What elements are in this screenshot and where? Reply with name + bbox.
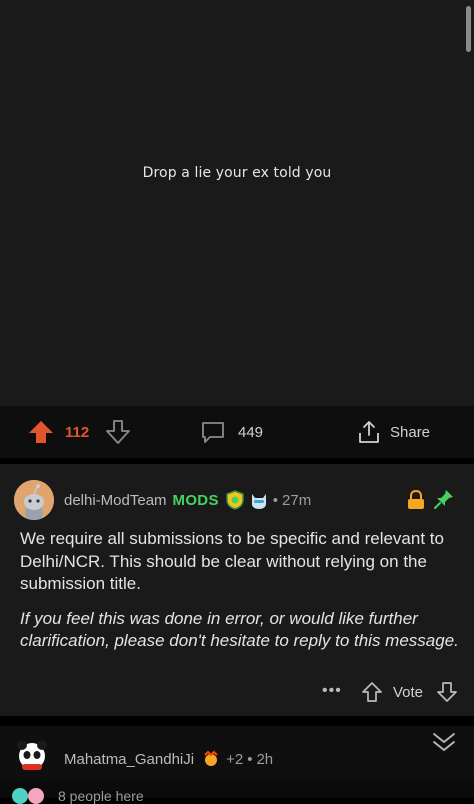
cat-award-icon — [249, 490, 269, 510]
downvote-arrow-icon — [106, 420, 130, 444]
upvote-arrow-icon — [29, 421, 53, 443]
post-caption: Drop a lie your ex told you — [142, 165, 332, 181]
upvote-arrow-icon — [362, 682, 382, 702]
separator-dot: • — [247, 750, 253, 768]
avatar[interactable] — [14, 480, 54, 520]
comment-time: 2h — [256, 750, 274, 768]
share-label: Share — [390, 423, 431, 441]
comment-paragraph-italic: If you feel this was done in error, or w… — [20, 608, 459, 651]
award-count: +2 — [226, 750, 244, 768]
downvote-arrow-icon — [437, 682, 457, 702]
comment-action-row: ••• Vote — [0, 680, 474, 708]
vote-label: Vote — [393, 684, 424, 701]
more-options-icon[interactable]: ••• — [322, 682, 342, 700]
share-button[interactable]: Share — [356, 406, 430, 458]
snoo-avatar-icon — [14, 480, 54, 520]
comment-downvote-button[interactable] — [436, 681, 458, 708]
downvote-button[interactable] — [105, 406, 131, 458]
comment-paragraph: We require all submissions to be specifi… — [20, 529, 444, 593]
comment-gap — [0, 716, 474, 726]
upvote-count: 112 — [65, 423, 90, 441]
comments-button[interactable]: 449 — [200, 406, 263, 458]
upvote-button[interactable] — [28, 406, 54, 458]
collapse-thread-icon[interactable] — [430, 730, 458, 759]
separator-dot: • — [272, 491, 279, 509]
comment-count: 449 — [238, 423, 264, 441]
comment-author[interactable]: delhi-ModTeam — [64, 492, 167, 509]
scroll-indicator[interactable] — [466, 6, 471, 52]
post-media[interactable]: Drop a lie your ex told you — [0, 0, 474, 406]
post-action-bar: 112 449 Share — [0, 406, 474, 458]
comment-time: 27m — [282, 491, 312, 509]
comment-author[interactable]: Mahatma_GandhiJi — [64, 751, 194, 768]
mods-badge: MODS — [172, 491, 219, 509]
presence-avatars-icon — [10, 784, 50, 804]
presence-bar: 8 people here — [0, 780, 474, 804]
comment-bubble-icon — [202, 422, 224, 443]
shield-award-icon — [225, 490, 245, 510]
share-icon — [359, 421, 379, 443]
award-icon — [202, 750, 220, 768]
pin-icon — [434, 489, 454, 514]
avatar[interactable] — [14, 736, 50, 777]
panda-avatar-icon — [17, 740, 47, 770]
mod-comment: delhi-ModTeam MODS • 27m We require all … — [0, 464, 474, 716]
comment-body: We require all submissions to be specifi… — [20, 528, 460, 665]
lock-icon — [407, 489, 425, 515]
presence-text: 8 people here — [58, 788, 144, 804]
comment-upvote-button[interactable] — [361, 681, 383, 708]
